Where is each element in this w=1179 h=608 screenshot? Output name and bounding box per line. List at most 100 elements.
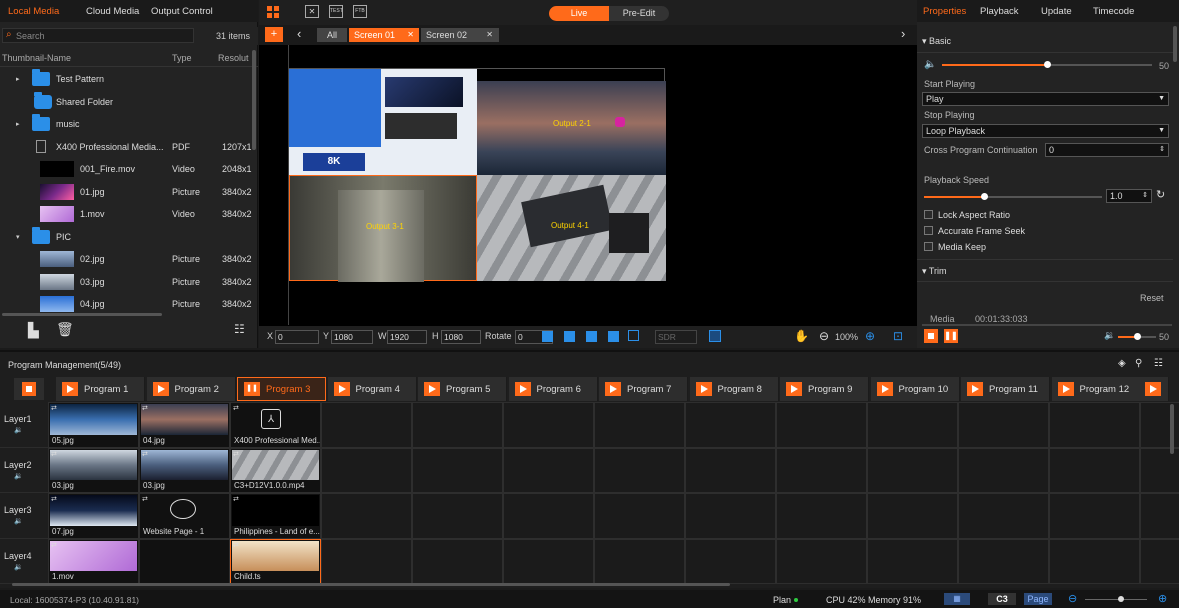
program-cell[interactable] — [321, 493, 412, 539]
import-file-icon[interactable]: ▙ — [28, 322, 39, 339]
program-cell[interactable] — [1049, 402, 1140, 448]
program-cell[interactable] — [685, 447, 776, 493]
trim-section-header[interactable]: ▾ Trim — [922, 266, 947, 277]
program-cell[interactable] — [321, 447, 412, 493]
program-cell[interactable] — [958, 447, 1049, 493]
media-list-item[interactable]: ▸ Test Pattern — [0, 68, 252, 90]
sdr-select[interactable]: SDR — [655, 330, 697, 344]
program-cell[interactable] — [776, 493, 867, 539]
program-cell[interactable] — [685, 493, 776, 539]
tab-output-control[interactable]: Output Control — [151, 6, 213, 17]
program-cell[interactable] — [958, 402, 1049, 448]
program-cell[interactable] — [867, 447, 958, 493]
calendar-icon[interactable]: ▦ — [944, 593, 970, 605]
program-cell[interactable] — [321, 538, 412, 584]
program-cell[interactable] — [503, 447, 594, 493]
tab-properties[interactable]: Properties — [923, 6, 966, 17]
trim-timeline[interactable] — [922, 324, 1172, 326]
program-cell[interactable] — [594, 493, 685, 539]
speed-input[interactable]: 1.0 ⇕ — [1106, 189, 1152, 203]
program-cell[interactable]: ⇄ 04.jpg — [139, 402, 230, 448]
col-name[interactable]: Thumbnail-Name — [2, 53, 71, 63]
close-output-icon[interactable]: ✕ — [305, 5, 319, 18]
add-screen-button[interactable]: + — [265, 27, 283, 42]
chevron-right-icon[interactable]: ▸ — [16, 75, 20, 83]
speed-knob[interactable] — [981, 193, 988, 200]
media-list-item[interactable]: Shared Folder — [0, 91, 252, 113]
program-tab-4[interactable]: Program 4 — [327, 377, 417, 401]
preview-canvas[interactable]: 8K Output 2-1 Output 3-1 Output 4-1 — [288, 68, 666, 282]
program-tab-9[interactable]: Program 9 — [780, 377, 869, 401]
basic-section-header[interactable]: ▾ Basic — [922, 36, 951, 47]
media-list-item[interactable]: 02.jpg Picture 3840x2 — [0, 248, 252, 270]
program-tab-3[interactable]: ❚❚ Program 3 — [237, 377, 326, 401]
program-tab-5[interactable]: Program 5 — [418, 377, 507, 401]
layer-volume-icon[interactable]: 🔉 — [14, 472, 23, 480]
program-cell[interactable] — [1049, 538, 1140, 584]
screen-tab-02[interactable]: Screen 02 ✕ — [421, 28, 499, 42]
y-input[interactable]: 1080 — [331, 330, 373, 344]
prev-screen-button[interactable]: ‹ — [297, 26, 301, 41]
program-tab-more[interactable] — [1139, 377, 1169, 401]
list-view-icon[interactable]: ☷ — [1154, 358, 1163, 369]
program-cell[interactable] — [503, 493, 594, 539]
col-res[interactable]: Resolut — [218, 53, 249, 63]
program-cell[interactable]: ⇄ 03.jpg — [139, 447, 230, 493]
fullscreen-icon[interactable] — [628, 330, 639, 341]
program-cell[interactable] — [139, 538, 230, 584]
program-cell[interactable] — [1140, 538, 1179, 584]
layer-volume-icon[interactable]: 🔉 — [14, 426, 23, 434]
output-3-1-thumb[interactable]: Output 3-1 — [289, 175, 477, 282]
reset-button[interactable]: Reset — [1140, 293, 1164, 303]
program-cell[interactable] — [867, 402, 958, 448]
program-cell[interactable] — [1049, 493, 1140, 539]
page-zoom-slider[interactable] — [1085, 599, 1147, 600]
program-cell[interactable] — [867, 538, 958, 584]
volume-icon[interactable]: 🔉 — [1104, 330, 1115, 341]
cross-program-input[interactable]: 0 ⇕ — [1045, 143, 1169, 157]
program-cell[interactable] — [412, 538, 503, 584]
zoom-in-icon[interactable]: ⊕ — [1158, 592, 1167, 605]
program-cell[interactable] — [776, 538, 867, 584]
ftb-icon[interactable]: FTB — [353, 5, 367, 18]
col-type[interactable]: Type — [172, 53, 192, 63]
output-4-1-thumb[interactable]: Output 4-1 — [477, 175, 666, 281]
program-cell[interactable] — [321, 402, 412, 448]
next-screen-button[interactable]: › — [901, 26, 905, 41]
h-input[interactable]: 1080 — [441, 330, 481, 344]
program-cell[interactable] — [412, 447, 503, 493]
program-tab-10[interactable]: Program 10 — [870, 377, 960, 401]
tab-local-media[interactable]: Local Media — [8, 6, 59, 17]
pre-edit-button[interactable]: Pre-Edit — [609, 6, 669, 21]
program-cell[interactable] — [685, 402, 776, 448]
close-icon[interactable]: ✕ — [486, 28, 493, 42]
program-cell[interactable]: ⇄ 03.jpg — [48, 447, 139, 493]
media-list-item[interactable]: 01.jpg Picture 3840x2 — [0, 181, 252, 203]
output-1-1-thumb[interactable]: 8K — [289, 69, 477, 175]
media-list-item[interactable]: 001_Fire.mov Video 2048x1 — [0, 158, 252, 180]
pause-button[interactable]: ❚❚ — [944, 329, 958, 343]
x-input[interactable]: 0 — [275, 330, 319, 344]
program-cell[interactable] — [958, 493, 1049, 539]
media-hscroll[interactable] — [2, 313, 162, 316]
page-zoom-knob[interactable] — [1118, 596, 1124, 602]
tab-timecode[interactable]: Timecode — [1093, 6, 1134, 17]
program-tab-12[interactable]: Program 12 — [1051, 377, 1141, 401]
program-cell[interactable]: ⇄ Philippines - Land of e... — [230, 493, 321, 539]
stop-button[interactable] — [924, 329, 938, 343]
search-input[interactable]: ⌕ Search — [2, 28, 194, 43]
page-button[interactable]: Page — [1024, 593, 1052, 605]
delete-icon[interactable]: 🗑 — [56, 321, 74, 338]
live-button[interactable]: Live — [549, 6, 609, 21]
test-icon[interactable]: TEST — [329, 5, 343, 18]
accurate-seek-checkbox[interactable]: Accurate Frame Seek — [924, 226, 1025, 236]
program-tab-11[interactable]: Program 11 — [961, 377, 1050, 401]
program-stop-button[interactable] — [14, 378, 44, 400]
stop-playing-select[interactable]: Loop Playback ▼ — [922, 124, 1169, 138]
media-keep-checkbox[interactable]: Media Keep — [924, 242, 986, 252]
program-cell[interactable] — [594, 447, 685, 493]
layer-backward-icon[interactable] — [586, 331, 597, 342]
program-tab-2[interactable]: Program 2 — [146, 377, 236, 401]
chevron-down-icon[interactable]: ▾ — [16, 233, 20, 241]
program-cell[interactable] — [594, 402, 685, 448]
